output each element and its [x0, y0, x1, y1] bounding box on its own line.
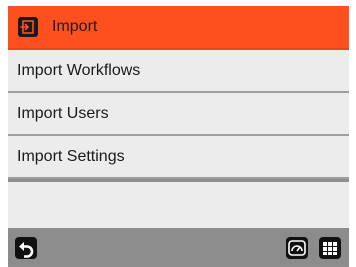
empty-list-area — [8, 182, 349, 228]
apps-grid-button[interactable] — [319, 237, 341, 259]
footer-toolbar — [8, 228, 349, 267]
import-screen: Import Import Workflows Import Users Imp… — [8, 6, 349, 267]
import-menu-list: Import Workflows Import Users Import Set… — [8, 50, 349, 179]
menu-item-label: Import Users — [17, 105, 109, 122]
menu-item-import-settings[interactable]: Import Settings — [8, 136, 349, 179]
menu-item-import-workflows[interactable]: Import Workflows — [8, 50, 349, 93]
dashboard-button[interactable] — [286, 237, 308, 259]
import-icon — [18, 17, 38, 37]
header-bar: Import — [8, 6, 349, 50]
back-button[interactable] — [15, 237, 37, 259]
menu-item-label: Import Workflows — [17, 62, 141, 79]
menu-item-label: Import Settings — [17, 148, 125, 165]
menu-item-import-users[interactable]: Import Users — [8, 93, 349, 136]
page-title: Import — [52, 18, 98, 35]
